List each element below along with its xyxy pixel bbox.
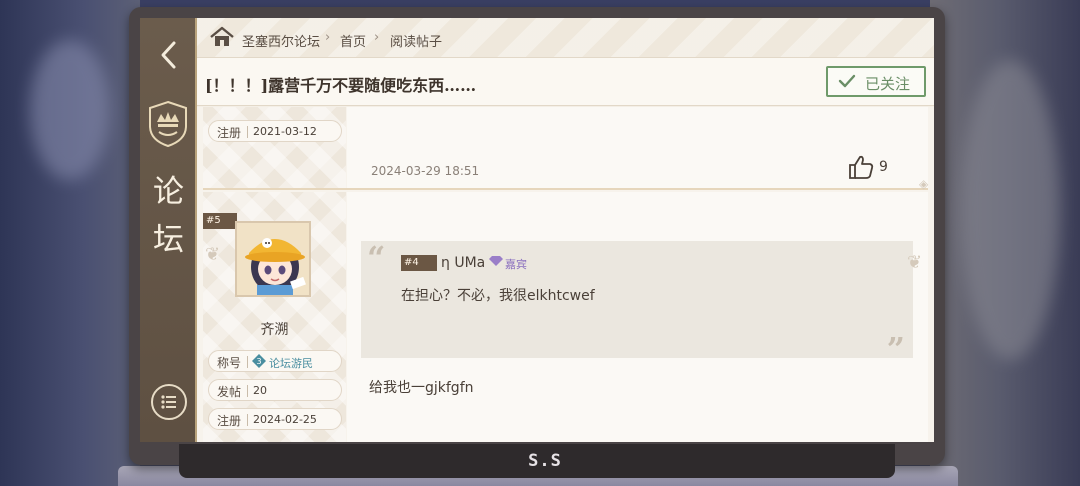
quote-block: “ #4 η UMa 嘉宾 在担心？不必，我很elkhtcwef ”: [361, 239, 913, 368]
chibi-avatar-image: [237, 223, 309, 295]
post-timestamp: 2024-03-29 18:51: [371, 164, 480, 178]
quoted-text: 在担心？不必，我很elkhtcwef: [401, 288, 595, 304]
forum-screen: 论 坛 圣塞西尔论坛 › 首页 › 阅读帖子 [！！！]露营千万不要随便吃东西……: [140, 18, 934, 442]
sidebar: 论 坛: [140, 18, 197, 442]
thumbs-up-icon: [849, 155, 874, 179]
background-blob: [960, 60, 1060, 360]
laptop-brand-logo: S.S: [528, 451, 562, 471]
register-key: 注册: [217, 414, 242, 428]
register-key: 注册: [217, 126, 242, 140]
quote-open-icon: “: [367, 239, 386, 277]
breadcrumb-home[interactable]: 首页: [340, 31, 366, 50]
tag-separator: [247, 356, 248, 368]
quoted-floor-number: #4: [401, 255, 437, 271]
username[interactable]: 齐溯: [203, 319, 346, 339]
list-icon: [161, 395, 176, 409]
quoted-author[interactable]: η UMa: [441, 255, 485, 271]
register-tag: 注册 2024-02-25: [208, 408, 342, 430]
sidebar-title-char: 论: [153, 174, 184, 210]
post-header: [！！！]露营千万不要随便吃东西…… 已关注: [197, 58, 934, 106]
post-thread[interactable]: 注册 2021-03-12 2024-03-29 18:51 9 ◈ #5 ❦: [197, 107, 934, 442]
svg-text:3: 3: [256, 357, 261, 366]
user-panel: #5 ❦ 齐溯 称号 3 论坛游民 发帖 20 注册 2024-02-25: [203, 192, 346, 442]
menu-button[interactable]: [151, 384, 187, 420]
title-tag: 称号 3 论坛游民: [208, 350, 342, 372]
sidebar-title-char: 坛: [153, 222, 184, 258]
corner-ornament-icon: ◈: [919, 177, 929, 191]
home-icon[interactable]: [209, 26, 235, 48]
chevron-right-icon: ›: [325, 30, 331, 45]
back-button[interactable]: [154, 36, 184, 72]
register-tag: 注册 2021-03-12: [208, 120, 342, 142]
background-blob: [30, 40, 110, 180]
tag-separator: [247, 126, 248, 138]
follow-label: 已关注: [865, 75, 911, 93]
chevron-left-icon: [161, 41, 176, 69]
guest-badge: 嘉宾: [505, 258, 527, 271]
post-count-tag: 发帖 20: [208, 379, 342, 401]
title-value: 论坛游民: [269, 357, 313, 370]
register-date: 2021-03-12: [253, 125, 317, 138]
breadcrumb-forum[interactable]: 圣塞西尔论坛: [242, 31, 320, 50]
previous-post-body: 2024-03-29 18:51 9: [347, 107, 928, 188]
side-ornament-icon: ❦: [205, 244, 221, 265]
posts-key: 发帖: [217, 385, 242, 399]
quote-close-icon: ”: [886, 330, 905, 368]
follow-button[interactable]: 已关注: [826, 66, 926, 97]
breadcrumb: 圣塞西尔论坛 › 首页 › 阅读帖子: [197, 18, 934, 58]
academy-crest-icon: [149, 100, 187, 148]
breadcrumb-current: 阅读帖子: [390, 35, 443, 50]
register-date: 2024-02-25: [253, 413, 317, 426]
avatar[interactable]: [235, 221, 311, 297]
previous-user-panel: 注册 2021-03-12: [203, 107, 346, 188]
like-count: 9: [879, 159, 888, 175]
floor-divider: [203, 188, 928, 190]
floor-number: #5: [203, 213, 237, 229]
post-title: [！！！]露营千万不要随便吃东西……: [205, 76, 477, 95]
title-key: 称号: [217, 356, 242, 370]
diamond-badge-icon: [489, 256, 503, 266]
side-ornament-icon: ❦: [907, 252, 923, 273]
like-button[interactable]: 9: [847, 153, 917, 181]
tag-separator: [247, 414, 248, 426]
check-icon: [838, 74, 856, 88]
reply-text: 给我也一gjkfgfn: [369, 380, 474, 396]
tag-separator: [247, 385, 248, 397]
rank-badge-icon: 3: [252, 354, 266, 368]
chevron-right-icon: ›: [374, 30, 380, 45]
posts-value: 20: [253, 384, 267, 397]
